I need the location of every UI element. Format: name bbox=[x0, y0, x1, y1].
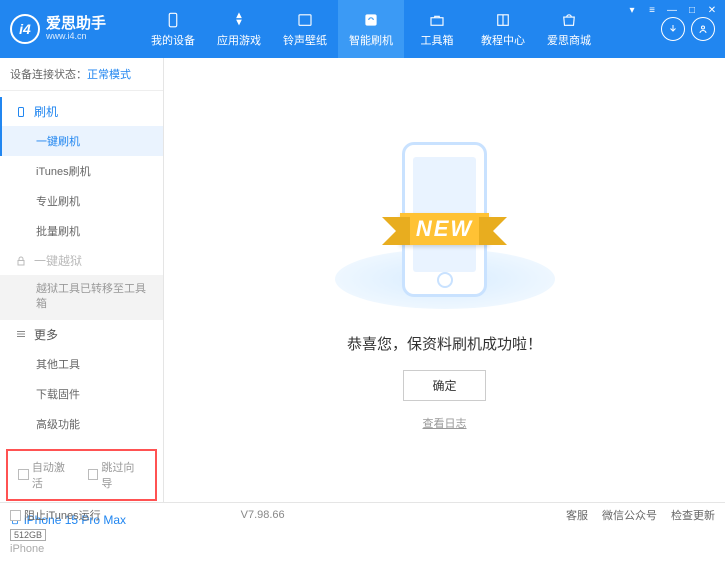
tray-icon[interactable]: ▾ bbox=[625, 3, 639, 17]
jailbreak-note: 越狱工具已转移至工具箱 bbox=[0, 275, 163, 320]
view-log-link[interactable]: 查看日志 bbox=[423, 415, 467, 431]
nav-my-device[interactable]: 我的设备 bbox=[140, 0, 206, 58]
maximize-icon[interactable]: □ bbox=[685, 3, 699, 17]
footer-update[interactable]: 检查更新 bbox=[671, 507, 715, 523]
sidebar: 设备连接状态：正常模式 刷机 一键刷机 iTunes刷机 专业刷机 批量刷机 一… bbox=[0, 58, 164, 502]
sub-batch-flash[interactable]: 批量刷机 bbox=[0, 216, 163, 246]
nav-toolbox[interactable]: 工具箱 bbox=[404, 0, 470, 58]
footer-support[interactable]: 客服 bbox=[566, 507, 588, 523]
nav-ringtones[interactable]: 铃声壁纸 bbox=[272, 0, 338, 58]
menu-icon[interactable]: ≡ bbox=[645, 3, 659, 17]
app-title: 爱思助手 bbox=[46, 16, 106, 33]
nav-tutorials[interactable]: 教程中心 bbox=[470, 0, 536, 58]
list-icon bbox=[14, 328, 28, 340]
device-type: iPhone bbox=[10, 543, 153, 555]
lock-icon bbox=[14, 255, 28, 267]
footer-wechat[interactable]: 微信公众号 bbox=[602, 507, 657, 523]
menu-flash[interactable]: 刷机 bbox=[0, 97, 163, 126]
sub-other-tools[interactable]: 其他工具 bbox=[0, 349, 163, 379]
version-label: V7.98.66 bbox=[241, 509, 285, 521]
checkbox-skip-guide[interactable]: 跳过向导 bbox=[88, 459, 146, 491]
checkbox-block-itunes[interactable]: 阻止iTunes运行 bbox=[10, 507, 101, 523]
ok-button[interactable]: 确定 bbox=[403, 370, 485, 401]
sub-advanced[interactable]: 高级功能 bbox=[0, 409, 163, 439]
menu-jailbreak: 一键越狱 bbox=[0, 246, 163, 275]
refresh-icon bbox=[362, 11, 380, 29]
image-icon bbox=[296, 11, 314, 29]
app-url: www.i4.cn bbox=[46, 32, 106, 42]
minimize-icon[interactable]: — bbox=[665, 3, 679, 17]
user-button[interactable] bbox=[691, 17, 715, 41]
header: i4 爱思助手 www.i4.cn 我的设备 应用游戏 铃声壁纸 智能刷机 工具… bbox=[0, 0, 725, 58]
sub-pro-flash[interactable]: 专业刷机 bbox=[0, 186, 163, 216]
menu-more[interactable]: 更多 bbox=[0, 320, 163, 349]
device-storage: 512GB bbox=[10, 529, 46, 541]
book-icon bbox=[494, 11, 512, 29]
connection-status: 设备连接状态：正常模式 bbox=[0, 58, 163, 91]
app-icon bbox=[230, 11, 248, 29]
checkbox-auto-activate[interactable]: 自动激活 bbox=[18, 459, 76, 491]
main-content: NEW 恭喜您，保资料刷机成功啦！ 确定 查看日志 bbox=[164, 58, 725, 502]
options-highlight: 自动激活 跳过向导 bbox=[6, 449, 157, 501]
sub-oneclick-flash[interactable]: 一键刷机 bbox=[0, 126, 163, 156]
download-button[interactable] bbox=[661, 17, 685, 41]
logo-icon: i4 bbox=[10, 14, 40, 44]
nav-flash[interactable]: 智能刷机 bbox=[338, 0, 404, 58]
close-icon[interactable]: ✕ bbox=[705, 3, 719, 17]
sub-itunes-flash[interactable]: iTunes刷机 bbox=[0, 156, 163, 186]
nav-store[interactable]: 爱思商城 bbox=[536, 0, 602, 58]
logo: i4 爱思助手 www.i4.cn bbox=[10, 14, 140, 44]
success-message: 恭喜您，保资料刷机成功啦！ bbox=[347, 333, 542, 354]
toolbox-icon bbox=[428, 11, 446, 29]
sub-download-firmware[interactable]: 下载固件 bbox=[0, 379, 163, 409]
nav-apps[interactable]: 应用游戏 bbox=[206, 0, 272, 58]
store-icon bbox=[560, 11, 578, 29]
top-nav: 我的设备 应用游戏 铃声壁纸 智能刷机 工具箱 教程中心 爱思商城 bbox=[140, 0, 661, 58]
new-ribbon: NEW bbox=[400, 213, 489, 245]
phone-icon bbox=[164, 11, 182, 29]
success-illustration: NEW bbox=[335, 129, 555, 309]
phone-small-icon bbox=[14, 106, 28, 118]
